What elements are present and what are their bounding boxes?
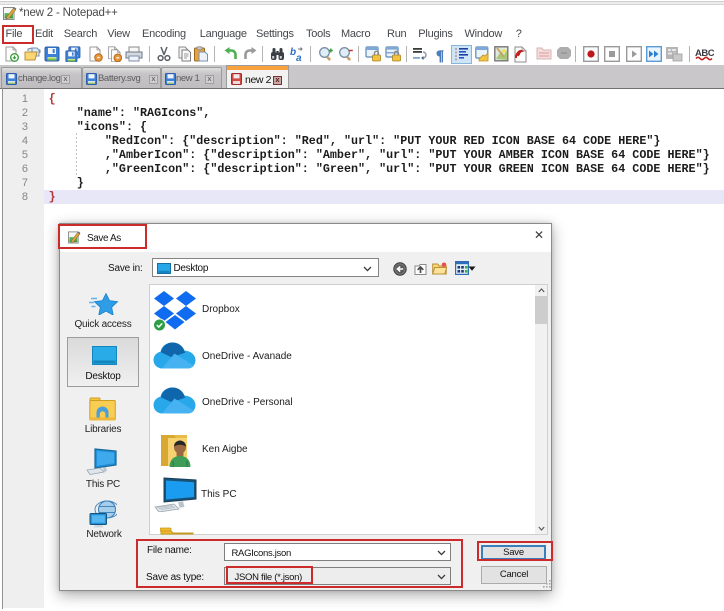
svg-text:¶: ¶	[436, 48, 444, 63]
svg-text:a: a	[296, 53, 302, 62]
